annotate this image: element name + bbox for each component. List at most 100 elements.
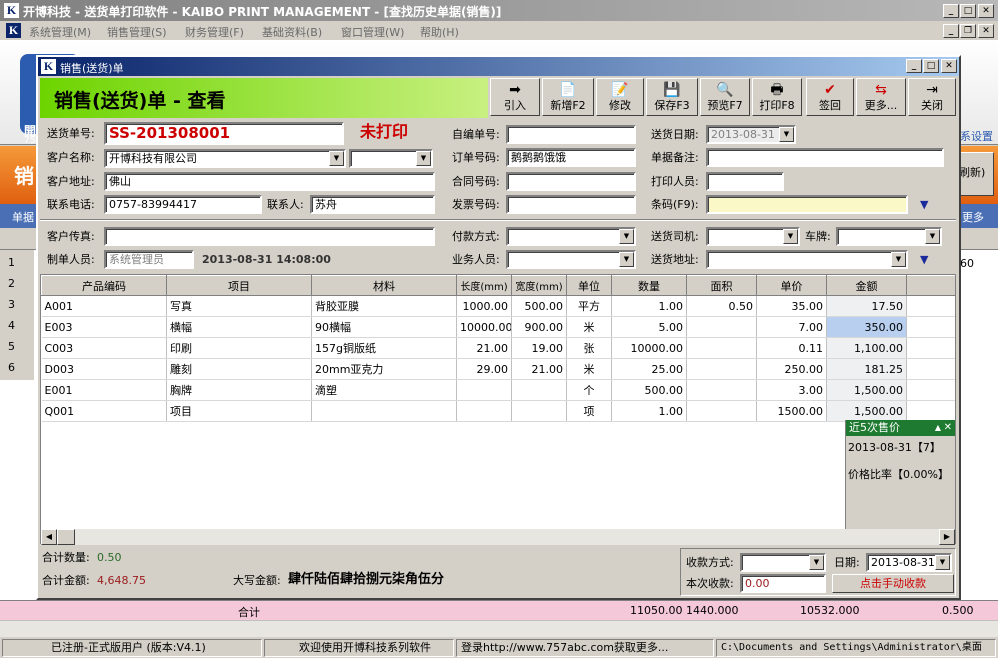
table-cell[interactable]: 滴塑 xyxy=(311,379,457,401)
table-cell[interactable]: 印刷 xyxy=(166,337,312,359)
scroll-left-icon[interactable]: ◀ xyxy=(41,529,57,545)
remark-field[interactable] xyxy=(706,148,944,167)
table-cell[interactable]: 1.00 xyxy=(611,295,687,317)
pay-method-select[interactable]: ▼ xyxy=(740,553,826,572)
contact-field[interactable]: 苏舟 xyxy=(310,195,435,214)
table-cell[interactable]: 平方 xyxy=(566,295,612,317)
chevron-down-icon[interactable]: ▼ xyxy=(619,252,634,267)
manual-receive-button[interactable]: 点击手动收款 xyxy=(832,574,954,593)
table-cell[interactable]: A001 xyxy=(41,295,167,317)
preview-button[interactable]: 🔍 预览F7 xyxy=(700,78,750,116)
table-cell[interactable]: Q001 xyxy=(41,400,167,422)
table-cell[interactable]: 写真 xyxy=(166,295,312,317)
table-cell[interactable]: 10000.00 xyxy=(456,316,512,338)
dialog-minimize-button[interactable]: _ xyxy=(906,59,922,73)
dialog-maximize-button[interactable]: □ xyxy=(923,59,939,73)
table-cell[interactable]: 0.11 xyxy=(756,337,827,359)
customer-extra-select[interactable]: ▼ xyxy=(349,149,433,168)
table-cell[interactable]: 17.50 xyxy=(826,295,907,317)
table-cell[interactable]: 500.00 xyxy=(511,295,567,317)
table-cell[interactable]: 157g铜版纸 xyxy=(311,337,457,359)
banner-settings[interactable]: 系设置 xyxy=(960,128,993,144)
phone-field[interactable]: 0757-83994417 xyxy=(104,195,262,214)
background-tab-danju[interactable]: 单据 xyxy=(12,209,34,225)
table-cell[interactable]: 项目 xyxy=(166,400,312,422)
table-cell[interactable]: 900.00 xyxy=(511,316,567,338)
table-cell[interactable]: 90横幅 xyxy=(311,316,457,338)
edit-button[interactable]: 📝 修改 xyxy=(596,78,644,116)
barcode-field[interactable] xyxy=(706,195,908,214)
table-cell[interactable]: 背胶亚膜 xyxy=(311,295,457,317)
col-item[interactable]: 项目 xyxy=(166,275,312,296)
new-button[interactable]: 📄 新增F2 xyxy=(542,78,594,116)
table-cell[interactable]: 20mm亚克力 xyxy=(311,358,457,380)
table-cell[interactable]: 1000.00 xyxy=(456,295,512,317)
chevron-down-icon[interactable]: ▼ xyxy=(809,555,824,570)
table-cell[interactable]: 项 xyxy=(566,400,612,422)
table-cell[interactable]: 1500.00 xyxy=(756,400,827,422)
sign-back-button[interactable]: ✔ 签回 xyxy=(806,78,854,116)
close-icon[interactable]: ✕ xyxy=(944,420,952,436)
background-refresh-button[interactable]: 刷新) xyxy=(958,152,994,196)
table-cell[interactable] xyxy=(311,400,457,422)
expand-down-icon[interactable]: ▼ xyxy=(920,253,928,266)
chevron-down-icon[interactable]: ▼ xyxy=(891,252,906,267)
chevron-down-icon[interactable]: ▼ xyxy=(783,229,798,244)
scroll-right-icon[interactable]: ▶ xyxy=(939,529,955,545)
print-button[interactable]: 🖶 打印F8 xyxy=(752,78,802,116)
table-cell[interactable]: 张 xyxy=(566,337,612,359)
grid-hscroll[interactable]: ◀ ▶ xyxy=(41,529,955,545)
expand-down-icon[interactable]: ▼ xyxy=(920,198,928,211)
table-cell[interactable]: 1,500.00 xyxy=(826,379,907,401)
scroll-thumb[interactable] xyxy=(57,529,75,545)
table-cell[interactable] xyxy=(686,379,757,401)
table-row[interactable]: A001 写真 背胶亚膜 1000.00 500.00 平方 1.00 0.50 35.00 17… xyxy=(41,295,955,317)
table-cell[interactable]: 25.00 xyxy=(611,358,687,380)
maximize-button[interactable]: □ xyxy=(960,4,976,18)
table-cell[interactable]: 胸牌 xyxy=(166,379,312,401)
col-length[interactable]: 长度(mm) xyxy=(456,275,512,296)
chevron-down-icon[interactable]: ▼ xyxy=(416,151,431,166)
table-cell[interactable]: 21.00 xyxy=(456,337,512,359)
chevron-down-icon[interactable]: ▼ xyxy=(779,127,794,142)
table-cell[interactable]: 个 xyxy=(566,379,612,401)
table-cell[interactable]: 10000.00 xyxy=(611,337,687,359)
table-cell[interactable] xyxy=(686,358,757,380)
sales-select[interactable]: ▼ xyxy=(506,250,636,269)
driver-select[interactable]: ▼ xyxy=(706,227,800,246)
menu-system[interactable]: 系统管理(M) xyxy=(29,24,91,40)
dialog-close-button[interactable]: ✕ xyxy=(941,59,957,73)
table-row[interactable]: Q001 项目 项 1.00 1500.00 1,500.00 xyxy=(41,400,955,422)
menu-help[interactable]: 帮助(H) xyxy=(420,24,459,40)
table-cell[interactable]: 250.00 xyxy=(756,358,827,380)
table-cell[interactable]: 181.25 xyxy=(826,358,907,380)
chevron-down-icon[interactable]: ▼ xyxy=(925,229,940,244)
table-cell[interactable]: 19.00 xyxy=(511,337,567,359)
table-cell[interactable]: 29.00 xyxy=(456,358,512,380)
table-cell[interactable]: E001 xyxy=(41,379,167,401)
collapse-icon[interactable]: ▲ xyxy=(935,420,941,436)
background-hscroll[interactable] xyxy=(0,620,998,637)
table-row[interactable]: E003 横幅 90横幅 10000.00 900.00 米 5.00 7.00 350.00 xyxy=(41,316,955,338)
plate-select[interactable]: ▼ xyxy=(836,227,942,246)
order-no-field[interactable]: SS-201308001 xyxy=(104,122,344,145)
printer-field[interactable] xyxy=(706,172,784,191)
table-cell[interactable]: 横幅 xyxy=(166,316,312,338)
table-cell[interactable] xyxy=(686,316,757,338)
pay-date-field[interactable]: 2013-08-31 ▼ xyxy=(866,553,952,572)
address-field[interactable]: 佛山 xyxy=(104,172,435,191)
menu-window[interactable]: 窗口管理(W) xyxy=(341,24,404,40)
date-field[interactable]: 2013-08-31 ▼ xyxy=(706,125,796,144)
table-cell[interactable]: 3.00 xyxy=(756,379,827,401)
table-cell[interactable]: 0.50 xyxy=(686,295,757,317)
menu-finance[interactable]: 财务管理(F) xyxy=(185,24,244,40)
table-cell[interactable]: 7.00 xyxy=(756,316,827,338)
background-more[interactable]: 更多 xyxy=(962,209,984,225)
close-dialog-button[interactable]: ⇥ 关闭 xyxy=(908,78,956,116)
table-cell[interactable] xyxy=(511,400,567,422)
payment-select[interactable]: ▼ xyxy=(506,227,636,246)
col-product-code[interactable]: 产品编码 xyxy=(41,275,167,296)
table-cell[interactable]: E003 xyxy=(41,316,167,338)
receive-field[interactable]: 0.00 xyxy=(740,574,826,593)
col-qty[interactable]: 数量 xyxy=(611,275,687,296)
